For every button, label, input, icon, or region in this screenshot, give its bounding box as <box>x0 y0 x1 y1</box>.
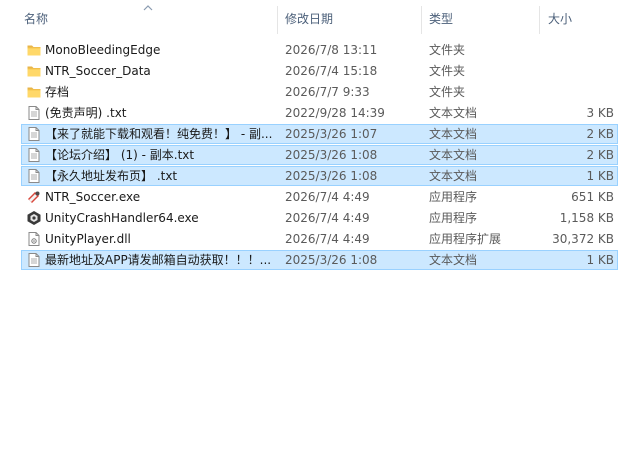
file-modified-date: 2026/7/4 4:49 <box>285 190 370 204</box>
file-modified-date: 2022/9/28 14:39 <box>285 106 385 120</box>
file-name: (免责声明) .txt <box>45 106 127 120</box>
text-file-icon <box>26 126 42 142</box>
file-size: 2 KB <box>586 148 614 162</box>
file-row[interactable]: UnityCrashHandler64.exe 2026/7/4 4:49 应用程序… <box>0 208 620 229</box>
file-name: 【论坛介绍】 (1) - 副本.txt <box>45 148 195 162</box>
file-type: 文本文档 <box>429 169 478 183</box>
file-name: UnityPlayer.dll <box>45 232 131 246</box>
file-row[interactable]: UnityPlayer.dll 2026/7/4 4:49 应用程序扩展 30,372… <box>0 229 620 250</box>
file-row[interactable]: 【论坛介绍】 (1) - 副本.txt 2025/3/26 1:08 文本文档 2 K… <box>0 145 620 166</box>
file-type: 应用程序 <box>429 211 478 225</box>
file-modified-date: 2026/7/7 9:33 <box>285 85 370 99</box>
text-file-icon <box>26 252 42 268</box>
file-type: 文件夹 <box>429 64 466 78</box>
file-row[interactable]: (免责声明) .txt 2022/9/28 14:39 文本文档 3 KB <box>0 103 620 124</box>
file-explorer-view: 名称 修改日期 类型 大小 MonoBleedingEdge 2026/7/8 1… <box>0 0 620 474</box>
file-modified-date: 2025/3/26 1:07 <box>285 127 378 141</box>
file-type: 文本文档 <box>429 127 478 141</box>
file-name: 【来了就能下载和观看！纯免费！】 - 副... <box>45 127 273 141</box>
file-name: NTR_Soccer.exe <box>45 190 141 204</box>
file-name: 存档 <box>45 85 70 99</box>
file-modified-date: 2026/7/4 4:49 <box>285 211 370 225</box>
file-name: NTR_Soccer_Data <box>45 64 151 78</box>
text-file-icon <box>26 105 42 121</box>
column-divider[interactable] <box>539 6 540 34</box>
file-size <box>540 40 614 61</box>
file-type: 文本文档 <box>429 106 478 120</box>
file-row[interactable]: 【来了就能下载和观看！纯免费！】 - 副... 2025/3/26 1:07 文本文… <box>0 124 620 145</box>
column-header-date[interactable]: 修改日期 <box>285 0 420 38</box>
file-size: 651 KB <box>571 190 614 204</box>
file-name: UnityCrashHandler64.exe <box>45 211 199 225</box>
file-type: 文件夹 <box>429 85 466 99</box>
file-type: 应用程序扩展 <box>429 232 502 246</box>
file-size <box>540 82 614 103</box>
dll-file-icon <box>26 231 42 247</box>
folder-icon <box>26 84 42 100</box>
unity-exe-icon <box>26 210 42 226</box>
file-name: MonoBleedingEdge <box>45 43 161 57</box>
file-type: 文件夹 <box>429 43 466 57</box>
file-size: 2 KB <box>586 127 614 141</box>
file-row[interactable]: MonoBleedingEdge 2026/7/8 13:11 文件夹 <box>0 40 620 61</box>
file-type: 文本文档 <box>429 148 478 162</box>
file-type: 文本文档 <box>429 253 478 267</box>
file-modified-date: 2025/3/26 1:08 <box>285 169 378 183</box>
file-row[interactable]: NTR_Soccer_Data 2026/7/4 15:18 文件夹 <box>0 61 620 82</box>
file-row[interactable]: 最新地址及APP请发邮箱自动获取！！！... 2025/3/26 1:08 文本文档… <box>0 250 620 271</box>
file-modified-date: 2026/7/4 4:49 <box>285 232 370 246</box>
folder-icon <box>26 42 42 58</box>
file-size <box>540 61 614 82</box>
file-row[interactable]: 【永久地址发布页】 .txt 2025/3/26 1:08 文本文档 1 KB <box>0 166 620 187</box>
file-name: 【永久地址发布页】 .txt <box>45 169 178 183</box>
column-divider[interactable] <box>421 6 422 34</box>
column-header-name[interactable]: 名称 <box>24 0 274 38</box>
file-row[interactable]: NTR_Soccer.exe 2026/7/4 4:49 应用程序 651 KB <box>0 187 620 208</box>
file-list: MonoBleedingEdge 2026/7/8 13:11 文件夹 NTR_So… <box>0 40 620 271</box>
column-header-bar: 名称 修改日期 类型 大小 <box>0 0 620 38</box>
file-modified-date: 2025/3/26 1:08 <box>285 148 378 162</box>
file-modified-date: 2026/7/4 15:18 <box>285 64 378 78</box>
column-header-type[interactable]: 类型 <box>429 0 539 38</box>
column-divider[interactable] <box>277 6 278 34</box>
file-size: 1,158 KB <box>559 211 614 225</box>
text-file-icon <box>26 147 42 163</box>
text-file-icon <box>26 168 42 184</box>
file-size: 30,372 KB <box>552 232 614 246</box>
column-header-size[interactable]: 大小 <box>548 0 618 38</box>
file-size: 1 KB <box>586 169 614 183</box>
file-size: 1 KB <box>586 253 614 267</box>
file-modified-date: 2025/3/26 1:08 <box>285 253 378 267</box>
file-size: 3 KB <box>586 106 614 120</box>
file-name: 最新地址及APP请发邮箱自动获取！！！... <box>45 253 272 267</box>
game-exe-icon <box>26 189 42 205</box>
file-modified-date: 2026/7/8 13:11 <box>285 43 378 57</box>
file-type: 应用程序 <box>429 190 478 204</box>
folder-icon <box>26 63 42 79</box>
file-row[interactable]: 存档 2026/7/7 9:33 文件夹 <box>0 82 620 103</box>
